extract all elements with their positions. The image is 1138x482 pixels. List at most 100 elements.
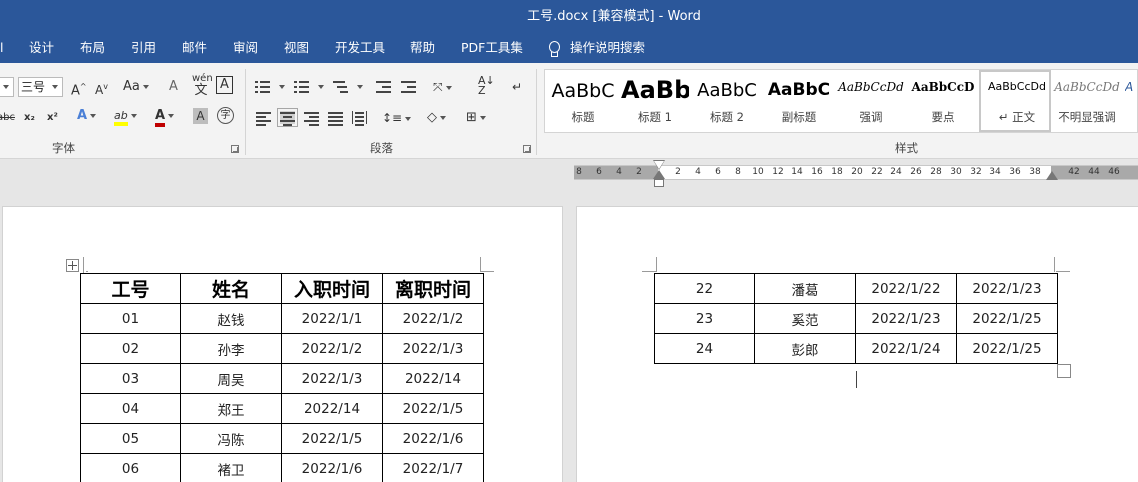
style-subtitle[interactable]: AaBbC 副标题 [763, 70, 835, 132]
clear-format-icon[interactable]: A [169, 77, 178, 97]
shading-icon[interactable]: ◇ [427, 108, 446, 128]
table-cell[interactable]: 冯陈 [180, 423, 282, 454]
multilevel-list-icon[interactable] [333, 80, 348, 93]
change-case-button[interactable]: Aa [123, 77, 149, 97]
table-cell[interactable]: 2022/1/5 [281, 423, 383, 454]
style-strong[interactable]: AaBbCcD 要点 [907, 70, 979, 132]
table-cell[interactable]: 2022/1/2 [281, 333, 383, 364]
table-cell[interactable]: 06 [80, 453, 181, 482]
table-cell[interactable]: 2022/1/24 [855, 333, 957, 364]
table-cell[interactable]: 赵钱 [180, 303, 282, 334]
increase-indent-icon[interactable] [401, 80, 416, 93]
subscript-button[interactable]: x₂ [24, 108, 35, 128]
font-name-dropdown[interactable] [0, 77, 14, 97]
enclose-char-button[interactable]: 字 [217, 107, 234, 124]
tab-help[interactable]: 帮助 [410, 33, 435, 63]
table-cell[interactable]: 彭郎 [754, 333, 856, 364]
shrink-font-button[interactable]: Av [95, 77, 108, 97]
distribute-icon[interactable] [352, 111, 367, 126]
style-more[interactable]: A [1123, 70, 1137, 132]
superscript-button[interactable]: x² [47, 108, 58, 128]
table-cell[interactable]: 23 [654, 303, 755, 334]
table-cell[interactable]: 2022/1/1 [281, 303, 383, 334]
table-cell[interactable]: 05 [80, 423, 181, 454]
hanging-indent-marker[interactable] [653, 170, 665, 179]
table-cell[interactable]: 褚卫 [180, 453, 282, 482]
style-heading-2[interactable]: AaBbC 标题 2 [691, 70, 763, 132]
table-cell[interactable]: 2022/1/25 [956, 303, 1058, 334]
table-cell[interactable]: 2022/1/5 [382, 393, 484, 424]
tab-layout[interactable]: 布局 [80, 33, 105, 63]
header-cell[interactable]: 入职时间 [281, 273, 383, 304]
style-subtle-emphasis[interactable]: AaBbCcDd 不明显强调 [1051, 70, 1123, 132]
table-cell[interactable]: 01 [80, 303, 181, 334]
tab-partial[interactable]: l [0, 33, 3, 63]
borders-icon[interactable]: ⊞ [466, 108, 486, 128]
table-cell[interactable]: 周吴 [180, 363, 282, 394]
font-dialog-launcher[interactable] [231, 145, 239, 153]
decrease-indent-icon[interactable] [376, 80, 391, 93]
sort-icon[interactable]: A↓ Z [478, 75, 495, 98]
strikethrough-button[interactable]: abc [0, 108, 15, 128]
table-move-handle[interactable] [66, 259, 79, 272]
table-cell[interactable]: 2022/1/23 [956, 273, 1058, 304]
table-cell[interactable]: 02 [80, 333, 181, 364]
paragraph-dialog-launcher[interactable] [523, 145, 531, 153]
align-center-icon[interactable] [277, 108, 298, 127]
show-marks-icon[interactable]: ↵ [512, 77, 522, 97]
phonetic-guide-button[interactable]: wén 文 [192, 73, 213, 97]
table-cell[interactable]: 潘葛 [754, 273, 856, 304]
align-right-icon[interactable] [304, 111, 319, 126]
highlight-button[interactable]: ab [114, 106, 137, 126]
table-cell[interactable]: 2022/1/3 [281, 363, 383, 394]
styles-gallery: AaBbC 标题 AaBb 标题 1 AaBbC 标题 2 AaBbC 副标题 … [544, 69, 1138, 133]
justify-icon[interactable] [328, 111, 343, 126]
table-resize-handle[interactable] [1057, 364, 1071, 378]
table-cell[interactable]: 郑王 [180, 393, 282, 424]
numbering-icon[interactable] [294, 80, 309, 93]
left-indent-marker[interactable] [654, 179, 664, 187]
table-cell[interactable]: 04 [80, 393, 181, 424]
table-cell[interactable]: 2022/14 [382, 363, 484, 394]
char-shading-button[interactable]: A [193, 108, 208, 124]
table-cell[interactable]: 2022/1/3 [382, 333, 484, 364]
table-cell[interactable]: 2022/1/7 [382, 453, 484, 482]
style-emphasis[interactable]: AaBbCcDd 强调 [835, 70, 907, 132]
table-cell[interactable]: 2022/1/25 [956, 333, 1058, 364]
tab-view[interactable]: 视图 [284, 33, 309, 63]
table-cell[interactable]: 03 [80, 363, 181, 394]
table-cell[interactable]: 2022/1/23 [855, 303, 957, 334]
right-indent-marker[interactable] [1046, 171, 1058, 180]
tab-review[interactable]: 审阅 [233, 33, 258, 63]
tab-pdf-tools[interactable]: PDF工具集 [461, 33, 523, 63]
table-cell[interactable]: 24 [654, 333, 755, 364]
line-spacing-icon[interactable]: ↕≡ [382, 108, 412, 128]
char-border-button[interactable]: A [216, 76, 233, 94]
table-cell[interactable]: 2022/1/2 [382, 303, 484, 334]
grow-font-button[interactable]: A^ [71, 77, 87, 98]
tab-references[interactable]: 引用 [131, 33, 156, 63]
table-cell[interactable]: 2022/14 [281, 393, 383, 424]
style-heading-1[interactable]: AaBb 标题 1 [619, 70, 691, 132]
table-cell[interactable]: 2022/1/22 [855, 273, 957, 304]
table-cell[interactable]: 2022/1/6 [281, 453, 383, 482]
table-cell[interactable]: 奚范 [754, 303, 856, 334]
header-cell[interactable]: 离职时间 [382, 273, 484, 304]
bullets-icon[interactable] [255, 80, 270, 93]
font-size-dropdown[interactable]: 三号 [18, 77, 63, 97]
tab-mailings[interactable]: 邮件 [182, 33, 207, 63]
tab-design[interactable]: 设计 [29, 33, 54, 63]
table-cell[interactable]: 2022/1/6 [382, 423, 484, 454]
chinese-layout-icon[interactable]: ⤧ [433, 77, 452, 97]
align-left-icon[interactable] [256, 111, 271, 126]
tab-developer[interactable]: 开发工具 [335, 33, 385, 63]
text-effect-button[interactable]: A [77, 106, 97, 126]
style-title[interactable]: AaBbC 标题 [547, 70, 619, 132]
tell-me-search[interactable]: 操作说明搜索 [548, 33, 645, 63]
font-color-button[interactable]: A [155, 106, 175, 127]
style-normal[interactable]: AaBbCcDd ↵ 正文 [979, 70, 1051, 132]
header-cell[interactable]: 姓名 [180, 273, 282, 304]
table-cell[interactable]: 孙李 [180, 333, 282, 364]
table-cell[interactable]: 22 [654, 273, 755, 304]
header-cell[interactable]: 工号 [80, 273, 181, 304]
